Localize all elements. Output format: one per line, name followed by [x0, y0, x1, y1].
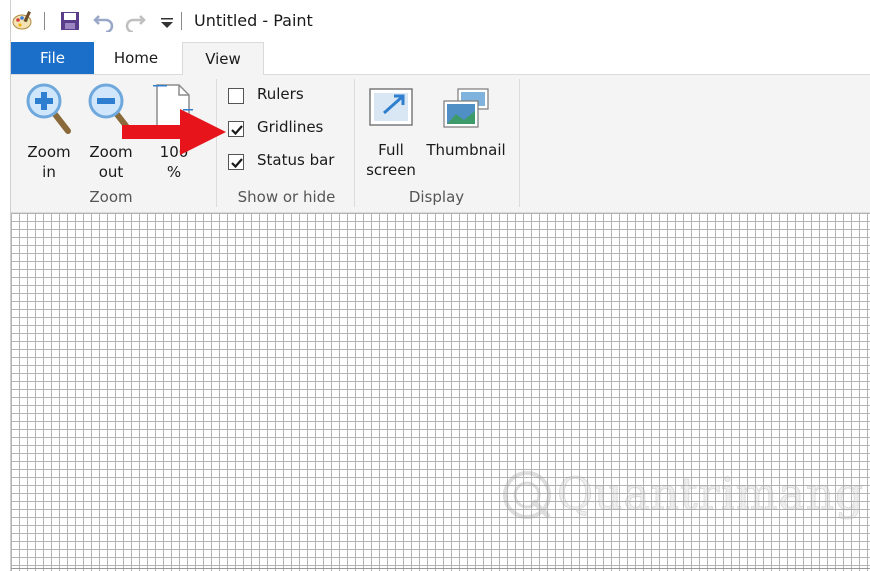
full-screen-label: Full screen	[366, 141, 416, 179]
qat-separator	[181, 12, 182, 30]
show-hide-group-label: Show or hide	[237, 188, 336, 206]
full-screen-button[interactable]: Full screen	[361, 83, 421, 180]
zoom-in-icon	[26, 83, 71, 134]
watermark-logo-icon	[503, 471, 551, 519]
paint-window: Untitled - Paint File Home View Zoom in …	[10, 0, 870, 571]
rulers-label: Rulers	[257, 85, 304, 103]
thumbnail-label: Thumbnail	[426, 141, 506, 159]
rulers-checkbox[interactable]	[228, 88, 244, 104]
thumbnail-button[interactable]: Thumbnail	[423, 83, 509, 160]
group-separator	[519, 79, 520, 207]
red-annotation-arrow-icon	[122, 109, 226, 155]
redo-icon[interactable]	[124, 10, 146, 32]
window-title: Untitled - Paint	[194, 11, 313, 30]
zoom-in-label: Zoom in	[27, 143, 71, 181]
group-separator	[354, 79, 355, 207]
status-bar-label: Status bar	[257, 151, 335, 169]
title-bar: Untitled - Paint	[11, 0, 870, 42]
undo-icon[interactable]	[93, 10, 115, 32]
ribbon-tabs: File Home View	[11, 42, 870, 76]
watermark: Quantrimang	[499, 455, 864, 535]
tab-file[interactable]: File	[11, 42, 94, 74]
tab-view[interactable]: View	[182, 42, 264, 76]
paint-app-icon[interactable]	[11, 10, 33, 32]
tab-home[interactable]: Home	[101, 42, 171, 74]
zoom-in-button[interactable]: Zoom in	[19, 81, 79, 182]
qat-separator	[44, 12, 45, 30]
display-group-label: Display	[408, 188, 465, 206]
save-icon[interactable]	[59, 10, 81, 32]
zoom-group-label: Zoom	[89, 188, 133, 206]
thumbnail-icon	[443, 88, 489, 128]
gridlines-label: Gridlines	[257, 118, 324, 136]
full-screen-icon	[369, 88, 413, 126]
canvas-border	[11, 568, 870, 569]
customize-qat-icon[interactable]	[156, 10, 178, 32]
watermark-text: Quantrimang	[556, 469, 865, 521]
